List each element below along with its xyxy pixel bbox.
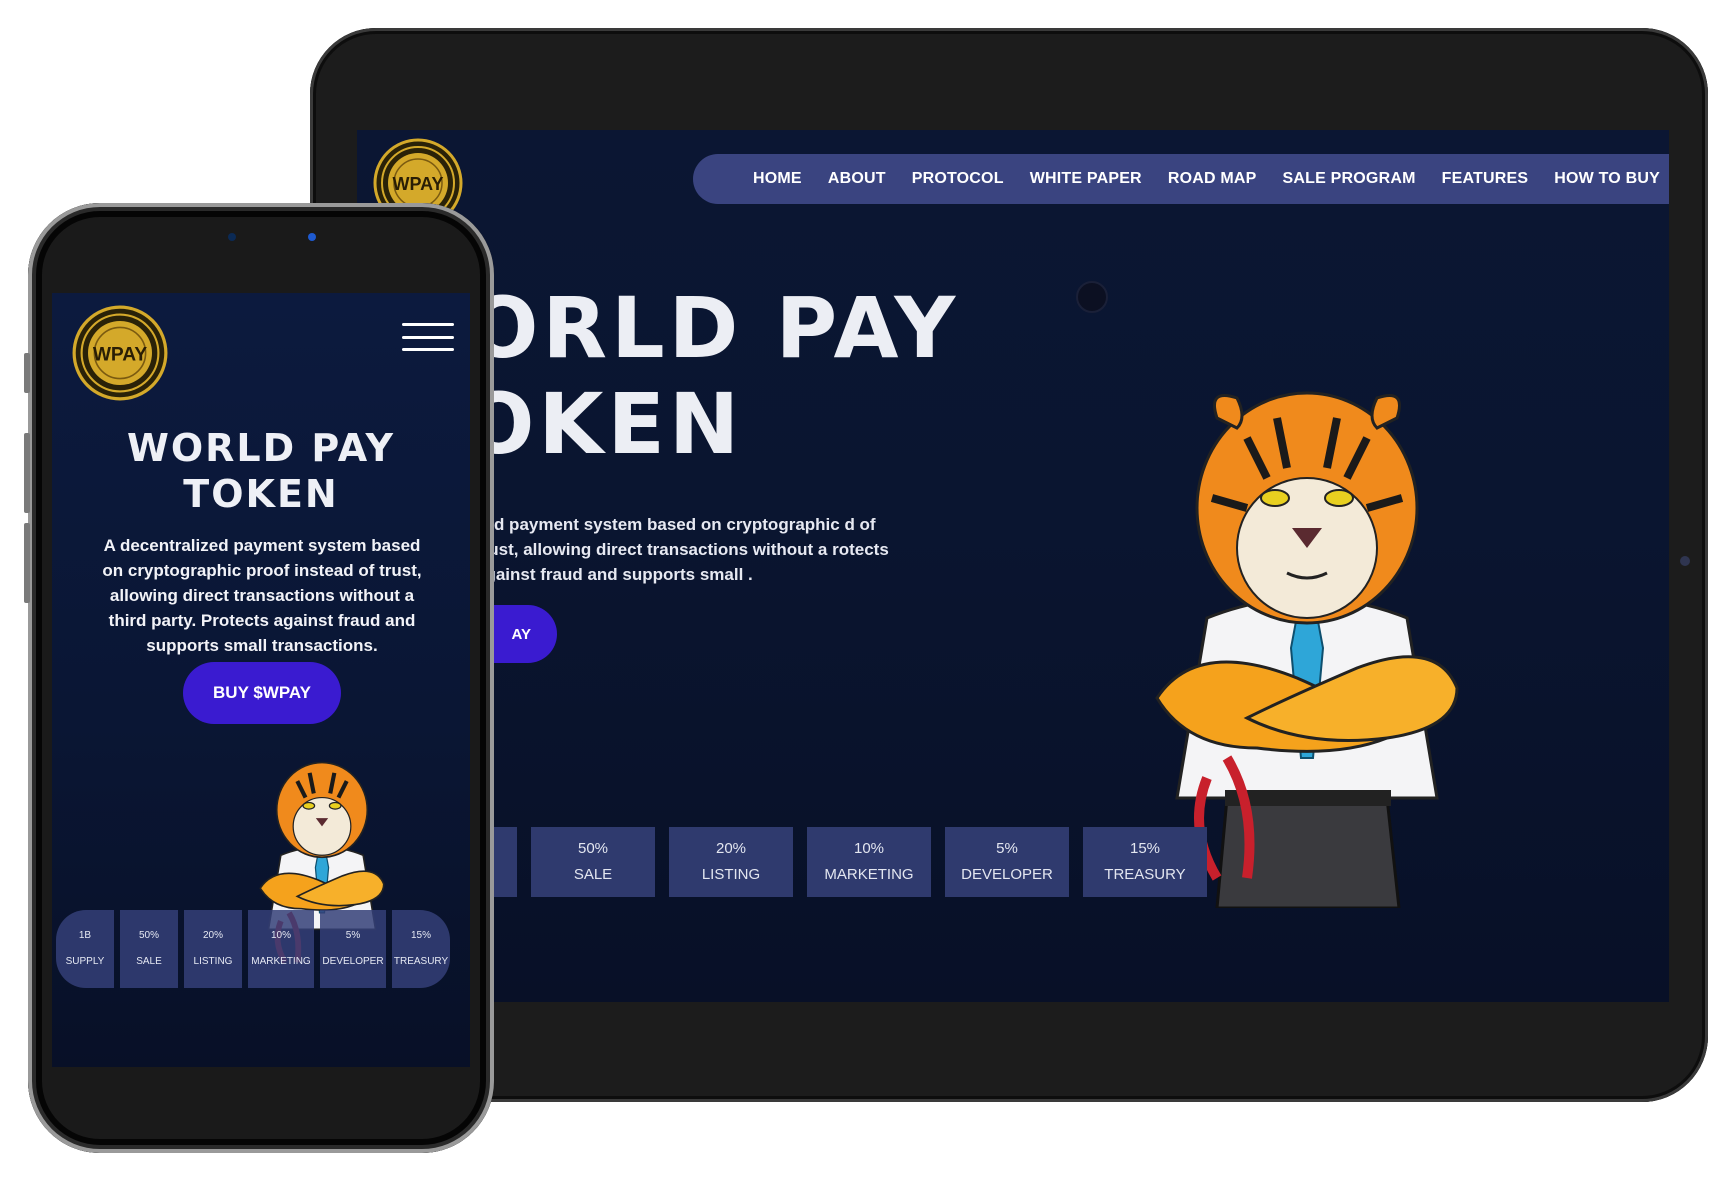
- stat-value: 15%: [410, 930, 431, 941]
- tablet-camera: [1680, 556, 1690, 566]
- tablet-hero-description: zed payment system based on cryptographi…: [476, 515, 889, 584]
- stat-label: DEVELOPER: [322, 956, 384, 967]
- nav-road-map[interactable]: ROAD MAP: [1168, 170, 1257, 188]
- phone-hero-title: WORLD PAY TOKEN: [52, 425, 470, 517]
- stat-label: MARKETING: [824, 866, 914, 883]
- stat-value: 50%: [577, 840, 609, 857]
- wpay-logo-icon[interactable]: WPAY: [72, 305, 168, 401]
- phone-stat-box: 5% DEVELOPER: [320, 910, 386, 988]
- phone-device: WPAY WORLD PAY TOKEN A decentralized pay…: [24, 203, 494, 1153]
- stat-label: DEVELOPER: [961, 866, 1053, 883]
- tablet-stat-box: 10% MARKETING: [807, 827, 931, 897]
- phone-side-button: [24, 433, 30, 513]
- stat-label: SALE: [136, 956, 162, 967]
- tablet-hero-title: ORLD PAY OKEN: [463, 279, 960, 472]
- nav-protocol[interactable]: PROTOCOL: [912, 170, 1004, 188]
- hamburger-menu-icon[interactable]: [402, 323, 454, 351]
- tablet-title-line2: OKEN: [463, 375, 744, 473]
- tablet-logo-text: WPAY: [392, 174, 443, 194]
- tablet-stat-box: 20% LISTING: [669, 827, 793, 897]
- cursor-dot: [1076, 281, 1108, 313]
- tablet-title-line1: ORLD PAY: [467, 279, 960, 377]
- stat-label: SALE: [573, 866, 613, 883]
- stat-label: LISTING: [193, 956, 233, 967]
- phone-title-line2: TOKEN: [183, 472, 339, 516]
- tablet-nav-bar: HOME ABOUT PROTOCOL WHITE PAPER ROAD MAP…: [693, 154, 1669, 204]
- stat-value: 5%: [345, 930, 361, 941]
- tablet-stats-row: 50% SALE 20% LISTING 10% MARKETING 5% DE…: [477, 827, 1207, 897]
- stat-value: 10%: [270, 930, 291, 941]
- phone-side-button: [24, 523, 30, 603]
- phone-camera: [308, 233, 316, 241]
- stat-value: 50%: [138, 930, 159, 941]
- nav-how-to-buy[interactable]: HOW TO BUY: [1554, 170, 1660, 188]
- tablet-stat-box: 5% DEVELOPER: [945, 827, 1069, 897]
- nav-features[interactable]: FEATURES: [1442, 170, 1529, 188]
- phone-stats-row: 1B SUPPLY 50% SALE 20% LISTING 10% MARKE…: [56, 910, 450, 988]
- stat-value: 15%: [1129, 840, 1161, 857]
- phone-stat-box: 15% TREASURY: [392, 910, 450, 988]
- phone-hero-description: A decentralized payment system based on …: [102, 536, 422, 655]
- phone-stat-box: 10% MARKETING: [248, 910, 314, 988]
- stat-value: 5%: [996, 840, 1018, 857]
- phone-stat-box: 1B SUPPLY: [56, 910, 114, 988]
- stat-value: 10%: [853, 840, 885, 857]
- tablet-stat-box: 15% TREASURY: [1083, 827, 1207, 897]
- stat-label: TREASURY: [393, 956, 449, 967]
- stat-label: TREASURY: [1104, 866, 1186, 883]
- phone-screen: WPAY WORLD PAY TOKEN A decentralized pay…: [52, 293, 470, 1067]
- stat-label: LISTING: [701, 866, 761, 883]
- stat-value: 1B: [78, 930, 92, 941]
- stat-label: SUPPLY: [65, 956, 105, 967]
- phone-title-line1: WORLD PAY: [126, 426, 396, 470]
- tablet-screen: WPAY HOME ABOUT PROTOCOL WHITE PAPER ROA…: [357, 130, 1669, 1002]
- phone-stat-box: 20% LISTING: [184, 910, 242, 988]
- phone-stat-box: 50% SALE: [120, 910, 178, 988]
- nav-home[interactable]: HOME: [753, 170, 802, 188]
- stat-value: 20%: [202, 930, 223, 941]
- phone-logo-text: WPAY: [93, 344, 148, 365]
- phone-speaker: [228, 233, 236, 241]
- phone-buy-button[interactable]: BUY $WPAY: [183, 662, 341, 724]
- tablet-stat-box: 50% SALE: [531, 827, 655, 897]
- stat-label: MARKETING: [251, 956, 311, 967]
- phone-side-button: [24, 353, 30, 393]
- stat-value: 20%: [715, 840, 747, 857]
- nav-white-paper[interactable]: WHITE PAPER: [1030, 170, 1142, 188]
- tablet-device: WPAY HOME ABOUT PROTOCOL WHITE PAPER ROA…: [310, 28, 1708, 1102]
- nav-sale-program[interactable]: SALE PROGRAM: [1283, 170, 1416, 188]
- nav-about[interactable]: ABOUT: [828, 170, 886, 188]
